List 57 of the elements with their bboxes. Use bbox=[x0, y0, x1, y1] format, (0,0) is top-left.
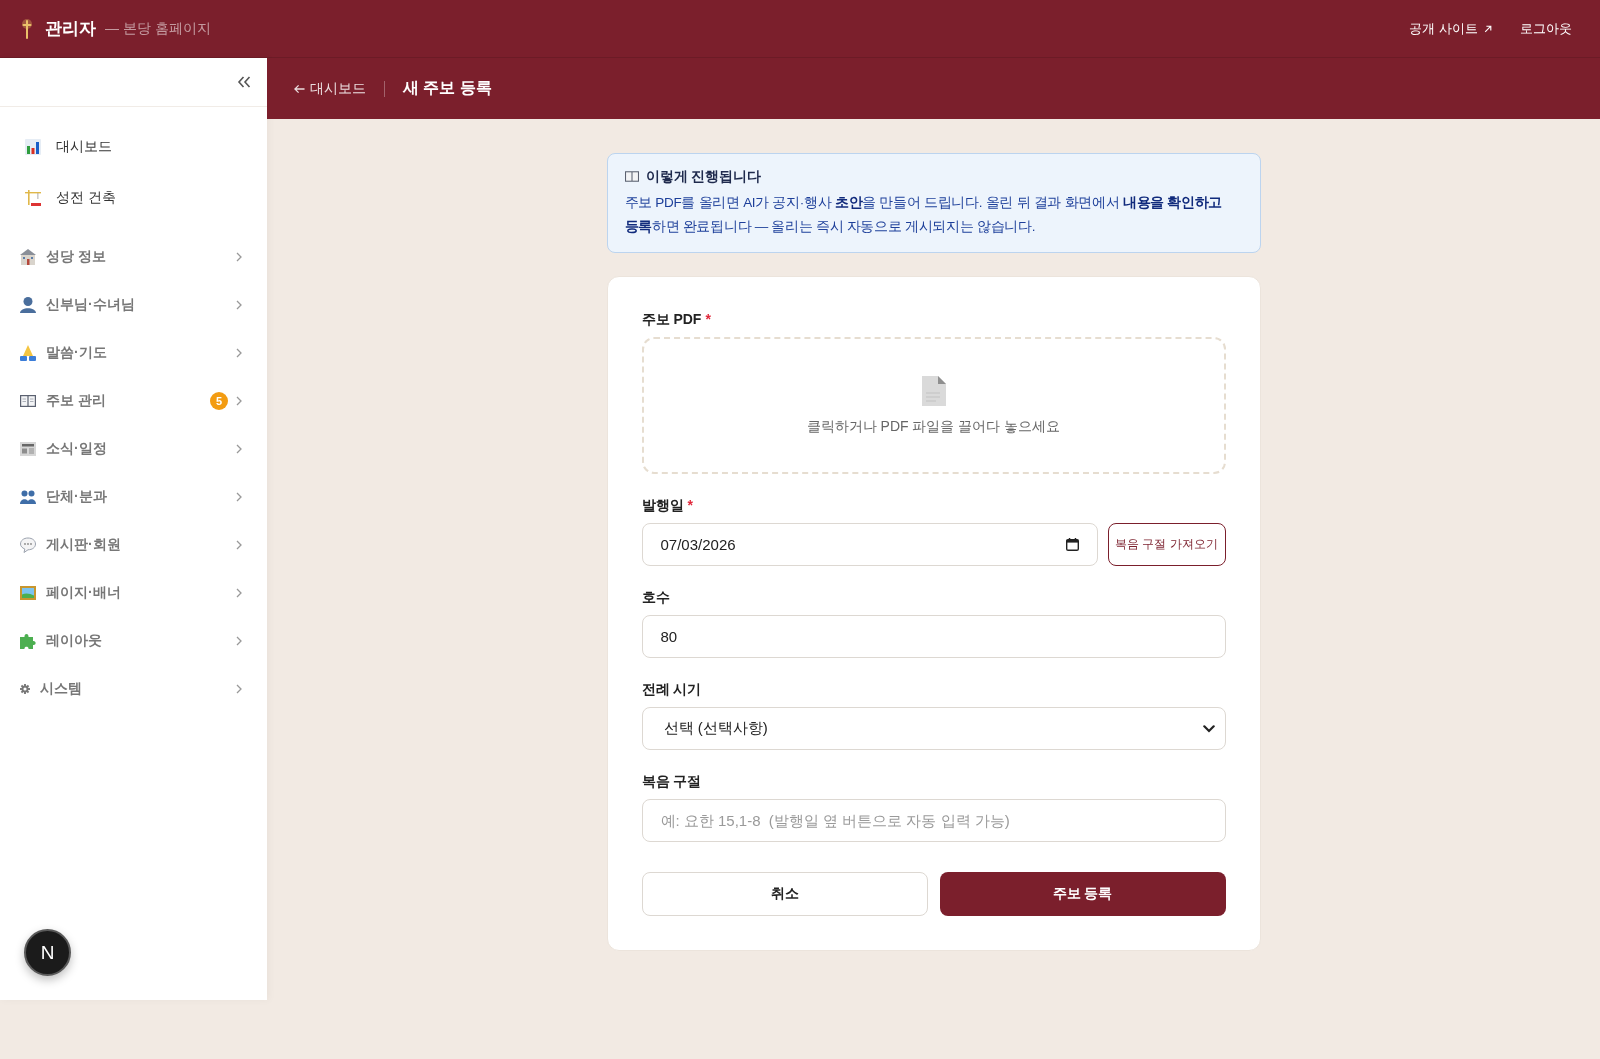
hands-icon bbox=[20, 345, 36, 361]
required-mark: * bbox=[687, 496, 693, 515]
people-icon bbox=[20, 490, 36, 504]
field-label: 호수 bbox=[641, 588, 670, 607]
field-label: 발행일 bbox=[641, 496, 684, 515]
building-icon bbox=[20, 249, 36, 265]
speech-bubble-icon bbox=[20, 537, 36, 553]
sidebar-group[interactable]: 성당 정보 bbox=[0, 233, 267, 281]
sidebar-group[interactable]: 신부님·수녀님 bbox=[0, 281, 267, 329]
sidebar-group[interactable]: 페이지·배너 bbox=[0, 569, 267, 617]
info-text: 주보 PDF를 올리면 AI가 공지·행사 초안을 만들어 드립니다. 올린 뒤 결과 화면에서 내용을 확인하고 등록하면 완료됩니다 — 올리는 즉시 자동으로 게시되지는 않습니다. bbox=[624, 194, 1224, 236]
sidebar-group[interactable]: 주보 관리 5 bbox=[0, 377, 267, 425]
person-icon bbox=[20, 297, 36, 313]
sidebar-group[interactable]: 단체·분과 bbox=[0, 473, 267, 521]
puzzle-icon bbox=[20, 633, 36, 649]
picture-icon bbox=[20, 586, 36, 600]
open-book-icon bbox=[624, 170, 639, 182]
file-drop-zone[interactable]: 클릭하거나 PDF 파일을 끌어다 놓으세요 bbox=[641, 337, 1226, 474]
external-link[interactable]: 공개 사이트 bbox=[1409, 19, 1492, 38]
cancel-button[interactable]: 취소 bbox=[641, 872, 928, 916]
text-field[interactable]: 예: 요한 15,1-8 (발행일 옆 버튼으로 자동 입력 가능) bbox=[641, 799, 1226, 842]
field-label: 복음 구절 bbox=[641, 772, 702, 791]
crane-icon bbox=[25, 189, 41, 206]
calendar-icon bbox=[1065, 538, 1079, 551]
sidebar-group[interactable]: 소식·일정 bbox=[0, 425, 267, 473]
text-field[interactable]: 80 bbox=[641, 615, 1226, 658]
logout-link[interactable]: 로그아웃 bbox=[1520, 19, 1572, 38]
app-title: 관리자 bbox=[45, 18, 96, 40]
sidebar-group[interactable]: 말씀·기도 bbox=[0, 329, 267, 377]
document-icon bbox=[921, 375, 946, 406]
sidebar-group[interactable]: 게시판·회원 bbox=[0, 521, 267, 569]
newspaper-icon bbox=[20, 442, 36, 456]
collapse-button[interactable] bbox=[237, 76, 251, 88]
sidebar-group[interactable]: 레이아웃 bbox=[0, 617, 267, 665]
external-link-icon bbox=[1484, 24, 1492, 33]
double-chevron-left-icon bbox=[237, 76, 251, 88]
arrow-left-icon bbox=[294, 83, 305, 94]
field-label: 주보 PDF bbox=[641, 310, 702, 329]
required-mark: * bbox=[705, 310, 711, 329]
bar-chart-icon bbox=[25, 138, 41, 155]
date-field[interactable]: 07/03/2026 bbox=[641, 523, 1098, 566]
sidebar-link[interactable]: 성전 건축 bbox=[0, 172, 267, 223]
info-title: 이렇게 진행됩니다 bbox=[645, 167, 762, 186]
sidebar-group[interactable]: 시스템 bbox=[0, 665, 267, 713]
count-badge: 5 bbox=[210, 392, 228, 410]
page-title: 새 주보 등록 bbox=[403, 78, 492, 98]
gear-icon bbox=[20, 684, 30, 694]
sidebar-link[interactable]: 대시보드 bbox=[0, 121, 267, 172]
field-label: 전례 시기 bbox=[641, 680, 702, 699]
back-link[interactable]: 대시보드 bbox=[294, 79, 366, 98]
app-subtitle: — 본당 홈페이지 bbox=[105, 19, 211, 38]
cross-icon bbox=[21, 18, 33, 39]
select-field[interactable]: 선택 (선택사항) bbox=[641, 707, 1226, 750]
fetch-verse-button[interactable]: 복음 구절 가져오기 bbox=[1107, 523, 1226, 566]
chevron-down-icon bbox=[1202, 724, 1215, 733]
open-book-icon bbox=[20, 395, 36, 407]
submit-button[interactable]: 주보 등록 bbox=[939, 872, 1226, 916]
